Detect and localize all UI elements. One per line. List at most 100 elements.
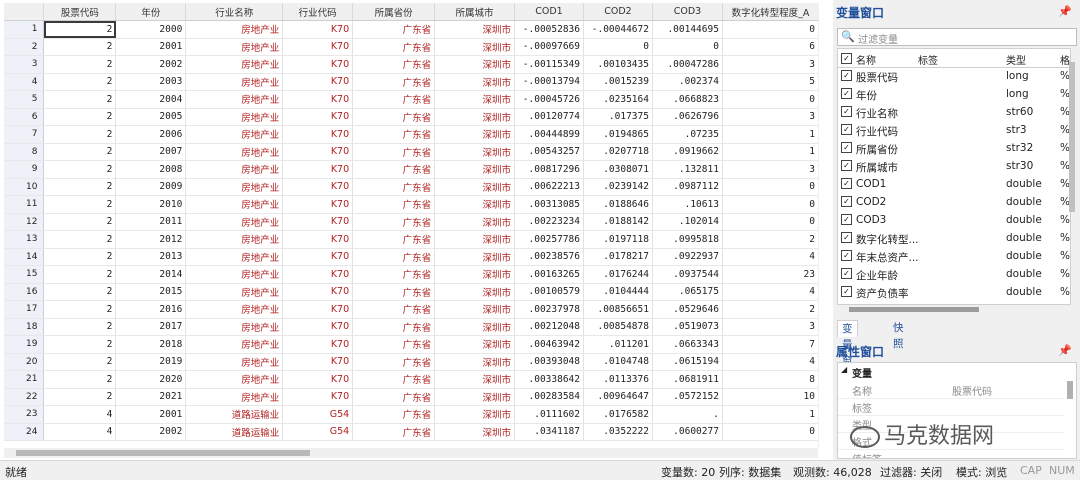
table-cell[interactable]: .011201: [583, 335, 653, 354]
row-number[interactable]: 11: [4, 195, 45, 214]
table-cell[interactable]: -.00115349: [514, 55, 584, 74]
table-cell[interactable]: 广东省: [352, 353, 436, 371]
variable-checkbox[interactable]: ✓: [841, 106, 852, 117]
table-cell[interactable]: 深圳市: [434, 143, 515, 161]
variable-checkbox[interactable]: ✓: [841, 232, 852, 243]
table-cell[interactable]: .132811: [652, 160, 723, 179]
row-number[interactable]: 19: [4, 335, 45, 354]
section-variable[interactable]: ◢ 变量: [838, 363, 1064, 380]
row-number[interactable]: 20: [4, 353, 45, 371]
table-cell[interactable]: .00338642: [514, 370, 584, 389]
table-cell[interactable]: .00854878: [583, 318, 653, 336]
scroll-thumb[interactable]: [16, 450, 310, 456]
table-cell[interactable]: 深圳市: [434, 55, 515, 74]
table-cell[interactable]: 深圳市: [434, 283, 515, 301]
table-cell[interactable]: 2016: [115, 300, 187, 319]
select-all-checkbox[interactable]: ✓: [841, 53, 852, 64]
table-cell[interactable]: 2: [43, 73, 117, 91]
table-cell[interactable]: .0600277: [652, 423, 723, 441]
variable-row[interactable]: ✓ 年份 long%: [838, 86, 1070, 104]
table-cell[interactable]: 2: [43, 265, 117, 284]
table-cell[interactable]: 房地产业: [185, 178, 284, 196]
variable-checkbox[interactable]: ✓: [841, 268, 852, 279]
table-cell[interactable]: 广东省: [352, 283, 436, 301]
table-cell[interactable]: 2: [43, 318, 117, 336]
table-cell[interactable]: .00223234: [514, 213, 584, 231]
row-number[interactable]: 3: [4, 55, 45, 74]
table-cell[interactable]: .0341187: [514, 423, 584, 441]
table-cell[interactable]: 2: [43, 125, 117, 144]
table-cell[interactable]: .00313085: [514, 195, 584, 214]
column-header[interactable]: 行业代码: [282, 3, 354, 21]
tab-snapshots[interactable]: 快照: [889, 320, 908, 350]
table-cell[interactable]: 0: [722, 20, 819, 39]
table-row[interactable]: 15 2 2014 房地产业 K70 广东省 深圳市 .00163265.0176244.09…: [4, 265, 819, 284]
table-cell[interactable]: 1: [722, 405, 819, 424]
table-cell[interactable]: K70: [282, 370, 354, 389]
table-cell[interactable]: 深圳市: [434, 108, 515, 126]
table-cell[interactable]: G54: [282, 423, 354, 441]
column-header[interactable]: COD2: [583, 3, 653, 21]
table-cell[interactable]: .0987112: [652, 178, 723, 196]
table-cell[interactable]: 2: [43, 55, 117, 74]
row-number[interactable]: 1: [4, 20, 45, 39]
table-row[interactable]: 21 2 2020 房地产业 K70 广东省 深圳市 .00338642.0113376.06…: [4, 370, 819, 389]
table-row[interactable]: 13 2 2012 房地产业 K70 广东省 深圳市 .00257786.0197118.09…: [4, 230, 819, 249]
variable-checkbox[interactable]: ✓: [841, 286, 852, 297]
variable-checkbox[interactable]: ✓: [841, 160, 852, 171]
table-cell[interactable]: .0188646: [583, 195, 653, 214]
table-row[interactable]: 8 2 2007 房地产业 K70 广东省 深圳市 .00543257.0207718.091…: [4, 143, 819, 161]
table-cell[interactable]: K70: [282, 38, 354, 56]
table-cell[interactable]: 2018: [115, 335, 187, 354]
table-cell[interactable]: .0207718: [583, 143, 653, 161]
row-number[interactable]: 7: [4, 125, 45, 144]
table-cell[interactable]: .0176244: [583, 265, 653, 284]
table-cell[interactable]: 5: [722, 73, 819, 91]
table-cell[interactable]: 0: [583, 38, 653, 56]
table-cell[interactable]: 0: [722, 213, 819, 231]
table-cell[interactable]: .0922937: [652, 248, 723, 266]
variable-checkbox[interactable]: ✓: [841, 196, 852, 207]
pin-icon[interactable]: 📌: [1058, 344, 1072, 357]
table-cell[interactable]: .0572152: [652, 388, 723, 406]
table-cell[interactable]: 3: [722, 108, 819, 126]
table-cell[interactable]: 2: [43, 353, 117, 371]
table-cell[interactable]: 广东省: [352, 55, 436, 74]
properties-scrollbar[interactable]: [1067, 381, 1073, 399]
table-row[interactable]: 10 2 2009 房地产业 K70 广东省 深圳市 .00622213.0239142.09…: [4, 178, 819, 196]
variable-checkbox[interactable]: ✓: [841, 88, 852, 99]
table-cell[interactable]: 2: [43, 335, 117, 354]
row-number[interactable]: 22: [4, 388, 45, 406]
table-cell[interactable]: 0: [652, 38, 723, 56]
table-cell[interactable]: .: [652, 405, 723, 424]
table-cell[interactable]: .00817296: [514, 160, 584, 179]
table-row[interactable]: 24 4 2002 道路运输业 G54 广东省 深圳市 .0341187.0352222.06…: [4, 423, 819, 441]
table-cell[interactable]: 深圳市: [434, 405, 515, 424]
table-cell[interactable]: 房地产业: [185, 55, 284, 74]
variable-row[interactable]: ✓ COD1 double%: [838, 176, 1070, 194]
table-cell[interactable]: K70: [282, 335, 354, 354]
table-cell[interactable]: 深圳市: [434, 318, 515, 336]
table-cell[interactable]: 2: [43, 300, 117, 319]
table-cell[interactable]: -.00052836: [514, 20, 584, 39]
table-cell[interactable]: 1: [722, 125, 819, 144]
table-cell[interactable]: .00144695: [652, 20, 723, 39]
table-cell[interactable]: 房地产业: [185, 20, 284, 39]
filter-variables-input[interactable]: 🔍 过滤变量: [837, 28, 1077, 46]
table-row[interactable]: 17 2 2016 房地产业 K70 广东省 深圳市 .00237978.00856651.0…: [4, 300, 819, 319]
table-cell[interactable]: .00622213: [514, 178, 584, 196]
table-cell[interactable]: 4: [43, 405, 117, 424]
table-cell[interactable]: 道路运输业: [185, 423, 284, 441]
row-number[interactable]: 5: [4, 90, 45, 109]
table-cell[interactable]: 2: [43, 213, 117, 231]
table-cell[interactable]: .0919662: [652, 143, 723, 161]
table-cell[interactable]: .00393048: [514, 353, 584, 371]
table-cell[interactable]: 广东省: [352, 388, 436, 406]
table-cell[interactable]: 3: [722, 318, 819, 336]
table-cell[interactable]: -.00013794: [514, 73, 584, 91]
row-number[interactable]: 14: [4, 248, 45, 266]
table-cell[interactable]: 深圳市: [434, 90, 515, 109]
table-cell[interactable]: 2: [43, 370, 117, 389]
table-cell[interactable]: K70: [282, 55, 354, 74]
table-cell[interactable]: 深圳市: [434, 265, 515, 284]
